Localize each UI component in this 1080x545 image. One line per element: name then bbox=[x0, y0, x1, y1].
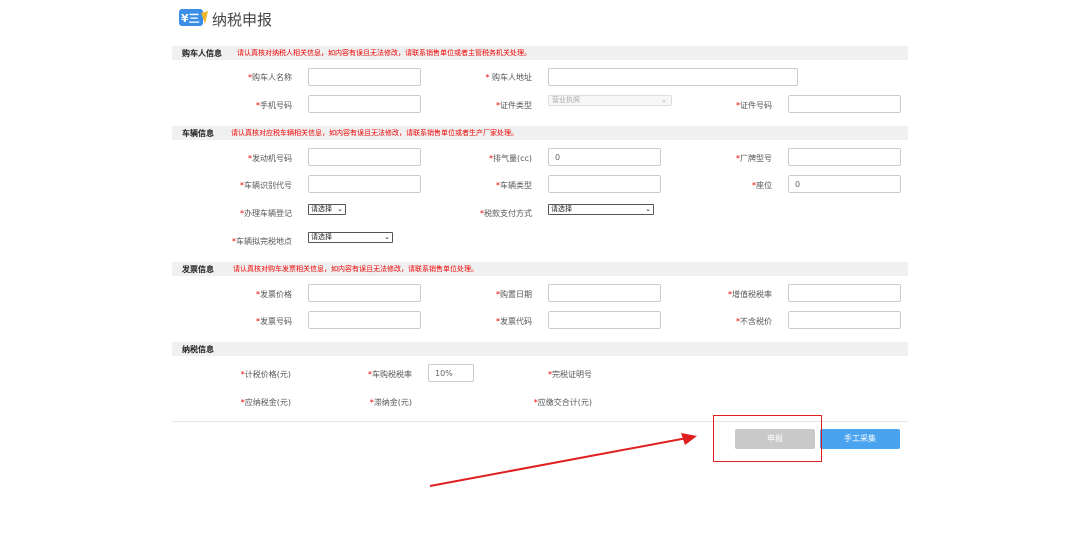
chevron-down-icon: ⌄ bbox=[337, 205, 343, 213]
section-notice: 请认真核对应税车辆相关信息，如内容有误且无法修改，请联系销售单位或者生产厂家处理… bbox=[231, 129, 518, 137]
tax-payable-label: *应纳税金(元) bbox=[240, 398, 291, 407]
vin-label: *车辆识别代号 bbox=[240, 181, 292, 190]
tax-rate-label: *车购税税率 bbox=[368, 370, 412, 379]
phone-input[interactable] bbox=[308, 95, 421, 113]
purchase-date-input[interactable] bbox=[548, 284, 661, 302]
svg-text:¥三: ¥三 bbox=[181, 12, 200, 25]
invoice-section-header: 发票信息 请认真核对购车发票相关信息，如内容有误且无法修改，请联系销售单位处理。 bbox=[172, 262, 908, 276]
payment-method-select[interactable]: 请选择 ⌄ bbox=[548, 204, 654, 215]
model-label: *厂牌型号 bbox=[736, 154, 772, 163]
app-logo-icon: ¥三 bbox=[179, 9, 208, 26]
id-number-input[interactable] bbox=[788, 95, 901, 113]
invoice-number-label: *发票号码 bbox=[256, 317, 292, 326]
tax-excluded-input[interactable] bbox=[788, 311, 901, 329]
location-label: *车辆拟完税地点 bbox=[232, 237, 292, 246]
vat-rate-label: *增值税税率 bbox=[728, 290, 772, 299]
invoice-price-label: *发票价格 bbox=[256, 290, 292, 299]
id-type-label: *证件类型 bbox=[496, 101, 532, 110]
annotation-highlight-box bbox=[713, 415, 822, 462]
vehicle-section-header: 车辆信息 请认真核对应税车辆相关信息，如内容有误且无法修改，请联系销售单位或者生… bbox=[172, 126, 908, 140]
annotation-arrow-icon bbox=[429, 433, 697, 487]
section-notice: 请认真核对纳税人相关信息，如内容有误且无法修改，请联系销售单位或者主管税务机关处… bbox=[237, 49, 531, 57]
location-select[interactable]: 请选择 ⌄ bbox=[308, 232, 393, 243]
payment-method-label: *税款支付方式 bbox=[480, 209, 532, 218]
id-type-select[interactable]: 营业执照 ⌄ bbox=[548, 95, 672, 106]
vat-rate-input[interactable] bbox=[788, 284, 901, 302]
engine-input[interactable] bbox=[308, 148, 421, 166]
invoice-code-label: *发票代码 bbox=[496, 317, 532, 326]
vin-input[interactable] bbox=[308, 175, 421, 193]
invoice-price-input[interactable] bbox=[308, 284, 421, 302]
section-title: 购车人信息 bbox=[182, 49, 222, 58]
buyer-section-header: 购车人信息 请认真核对纳税人相关信息，如内容有误且无法修改，请联系销售单位或者主… bbox=[172, 46, 908, 60]
manual-collect-button[interactable]: 手工采集 bbox=[820, 429, 900, 449]
seats-label: *座位 bbox=[752, 181, 772, 190]
chevron-down-icon: ⌄ bbox=[645, 205, 651, 213]
section-title: 车辆信息 bbox=[182, 129, 214, 138]
chevron-down-icon: ⌄ bbox=[661, 96, 667, 104]
certificate-label: *完税证明号 bbox=[548, 370, 592, 379]
buyer-name-label: *购车人名称 bbox=[248, 73, 292, 82]
engine-label: *发动机号码 bbox=[248, 154, 292, 163]
seats-input[interactable]: 0 bbox=[788, 175, 901, 193]
section-notice: 请认真核对购车发票相关信息，如内容有误且无法修改，请联系销售单位处理。 bbox=[233, 265, 478, 273]
phone-label: *手机号码 bbox=[256, 101, 292, 110]
tax-rate-input[interactable]: 10% bbox=[428, 364, 474, 382]
page-title: 纳税申报 bbox=[212, 11, 273, 29]
tax-section-header: 纳税信息 bbox=[172, 342, 908, 356]
tax-excluded-label: *不含税价 bbox=[736, 317, 772, 326]
section-title: 纳税信息 bbox=[182, 345, 214, 354]
displacement-input[interactable]: 0 bbox=[548, 148, 661, 166]
buyer-address-input[interactable] bbox=[548, 68, 798, 86]
taxable-price-label: *计税价格(元) bbox=[240, 370, 291, 379]
registration-label: *办理车辆登记 bbox=[240, 209, 292, 218]
vehicle-type-input[interactable] bbox=[548, 175, 661, 193]
invoice-code-input[interactable] bbox=[548, 311, 661, 329]
buyer-name-input[interactable] bbox=[308, 68, 421, 86]
vehicle-type-label: *车辆类型 bbox=[496, 181, 532, 190]
section-title: 发票信息 bbox=[182, 265, 214, 274]
late-fee-label: *滞纳金(元) bbox=[369, 398, 412, 407]
displacement-label: *排气量(cc) bbox=[488, 154, 532, 163]
purchase-date-label: *购置日期 bbox=[496, 290, 532, 299]
invoice-number-input[interactable] bbox=[308, 311, 421, 329]
model-input[interactable] bbox=[788, 148, 901, 166]
id-number-label: *证件号码 bbox=[736, 101, 772, 110]
buyer-address-label: * 购车人地址 bbox=[485, 73, 532, 82]
total-due-label: *应缴交合计(元) bbox=[533, 398, 592, 407]
chevron-down-icon: ⌄ bbox=[384, 233, 390, 241]
registration-select[interactable]: 请选择 ⌄ bbox=[308, 204, 346, 215]
